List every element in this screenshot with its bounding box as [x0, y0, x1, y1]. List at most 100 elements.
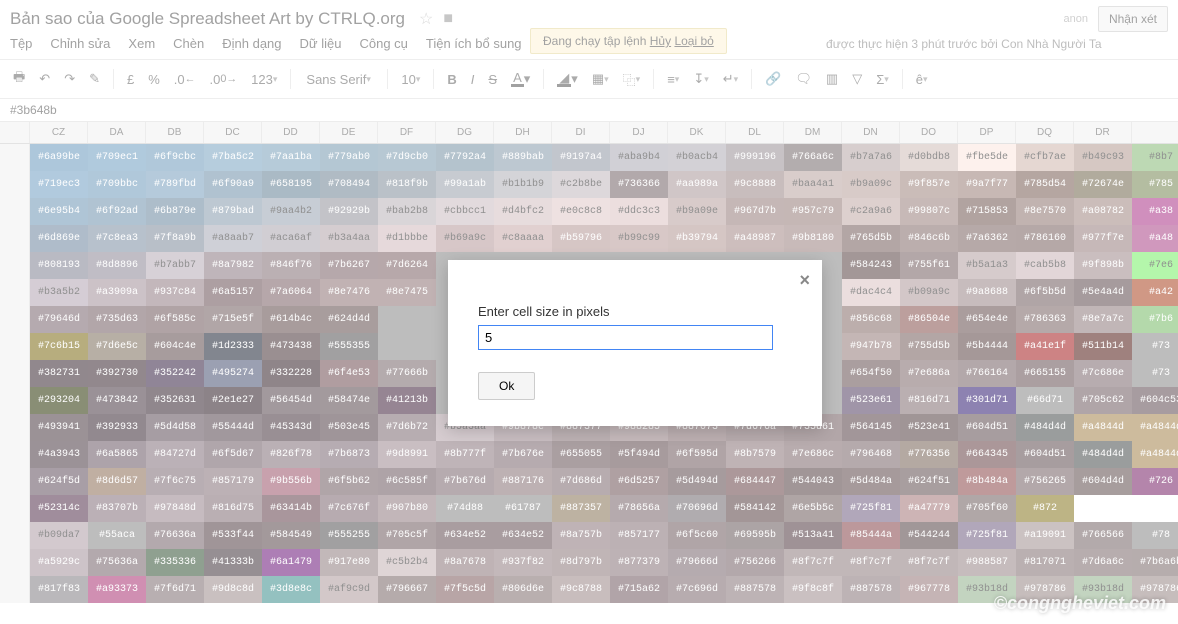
cell[interactable]: #b9a09c [842, 171, 900, 198]
cell[interactable]: #84727d [146, 441, 204, 468]
cell[interactable]: #5d4d58 [146, 414, 204, 441]
cell[interactable]: #79666d [668, 549, 726, 576]
cell[interactable]: #77666b [378, 360, 436, 387]
cell[interactable]: #9f898b [1074, 252, 1132, 279]
cell[interactable]: #d1bbbe [378, 225, 436, 252]
cell[interactable]: #cab5b8 [1016, 252, 1074, 279]
row-header[interactable] [0, 333, 30, 360]
row-header[interactable] [0, 306, 30, 333]
row-header[interactable] [0, 495, 30, 522]
row-header[interactable] [0, 171, 30, 198]
cell[interactable]: #9c8888 [726, 171, 784, 198]
cell[interactable]: #967d7b [726, 198, 784, 225]
cell[interactable]: #503e45 [320, 414, 378, 441]
row-header[interactable] [0, 387, 30, 414]
cell[interactable]: #9f857e [900, 171, 958, 198]
cell[interactable]: #b49c93 [1074, 144, 1132, 171]
cell[interactable]: #8a7678 [436, 549, 494, 576]
font-size-select[interactable]: 10 [396, 68, 425, 91]
cell[interactable]: #58474e [320, 387, 378, 414]
cell[interactable]: #715e5f [204, 306, 262, 333]
cell[interactable]: #41333b [204, 549, 262, 576]
cell[interactable]: #523e41 [900, 414, 958, 441]
cell[interactable]: #917e80 [320, 549, 378, 576]
row-header[interactable] [0, 279, 30, 306]
cell[interactable]: #6f90a9 [204, 171, 262, 198]
cell[interactable]: #aa989a [668, 171, 726, 198]
cell[interactable]: #708494 [320, 171, 378, 198]
cell[interactable]: #74d88 [436, 495, 494, 522]
cell[interactable]: #6f5d67 [204, 441, 262, 468]
cell[interactable] [378, 333, 436, 360]
cell[interactable]: #b5a1a3 [958, 252, 1016, 279]
cell[interactable]: #887357 [552, 495, 610, 522]
cell[interactable]: #9a7f77 [958, 171, 1016, 198]
cell[interactable]: #889bab [494, 144, 552, 171]
cell[interactable]: #6f5b5d [1016, 279, 1074, 306]
cancel-script-link[interactable]: Hủy [650, 34, 671, 48]
col-header[interactable]: DK [668, 122, 726, 143]
cell[interactable]: #9f8c8f [784, 576, 842, 603]
cell[interactable]: #7b6267 [320, 252, 378, 279]
cell[interactable]: #8e7a7c [1074, 306, 1132, 333]
cell[interactable]: #937c84 [146, 279, 204, 306]
cell[interactable]: #8b777f [436, 441, 494, 468]
text-color-button[interactable]: A ▾ [506, 67, 535, 91]
row-header[interactable] [0, 441, 30, 468]
cell[interactable]: #523e61 [842, 387, 900, 414]
cell[interactable]: #937f82 [494, 549, 552, 576]
cell[interactable]: #513a41 [784, 522, 842, 549]
menu-Công cụ[interactable]: Công cụ [359, 36, 407, 51]
halign-button[interactable]: ≡ [662, 68, 684, 91]
col-header[interactable] [1132, 122, 1178, 143]
col-header[interactable]: DI [552, 122, 610, 143]
cell[interactable]: #715a62 [610, 576, 668, 603]
number-format-button[interactable]: 123 [246, 68, 282, 91]
menu-Chỉnh sửa[interactable]: Chỉnh sửa [50, 36, 110, 51]
row-header[interactable] [0, 252, 30, 279]
col-header[interactable]: DC [204, 122, 262, 143]
row-header[interactable] [0, 144, 30, 171]
cell[interactable]: #2e1e27 [204, 387, 262, 414]
cell[interactable]: #8a7982 [204, 252, 262, 279]
col-header[interactable]: DH [494, 122, 552, 143]
cell[interactable]: #70696d [668, 495, 726, 522]
cell[interactable]: #73 [1132, 333, 1178, 360]
menu-Xem[interactable]: Xem [128, 36, 155, 51]
cell[interactable]: #725f81 [958, 522, 1016, 549]
cell[interactable]: #584243 [842, 252, 900, 279]
row-header[interactable] [0, 576, 30, 603]
cell[interactable]: #705c62 [1074, 387, 1132, 414]
cell[interactable]: #b59796 [552, 225, 610, 252]
cell[interactable]: #9d8c8d [204, 576, 262, 603]
cell[interactable]: #b7abb7 [146, 252, 204, 279]
cell[interactable]: #7f6c75 [146, 468, 204, 495]
cell[interactable]: #684447 [726, 468, 784, 495]
cell[interactable]: #a93373 [88, 576, 146, 603]
cell[interactable]: #473842 [88, 387, 146, 414]
cell[interactable]: #301d71 [958, 387, 1016, 414]
cell[interactable]: #8f7c7f [842, 549, 900, 576]
cell[interactable]: #857179 [204, 468, 262, 495]
undo-icon[interactable]: ↶ [34, 67, 55, 91]
cell[interactable]: #493941 [30, 414, 88, 441]
cell[interactable]: #634e52 [436, 522, 494, 549]
cell[interactable]: #a41e1f [1016, 333, 1074, 360]
cell[interactable]: #786160 [1016, 225, 1074, 252]
cell[interactable]: #719ec3 [30, 171, 88, 198]
cell[interactable] [378, 306, 436, 333]
cell[interactable]: #7d6e5c [88, 333, 146, 360]
cell[interactable]: #735d63 [88, 306, 146, 333]
cell[interactable]: #785 [1132, 171, 1178, 198]
cell[interactable]: #736366 [610, 171, 668, 198]
cell[interactable]: #a5929c [30, 549, 88, 576]
dec-decrease-button[interactable]: .0← [169, 68, 201, 91]
cell[interactable]: #766566 [1074, 522, 1132, 549]
cell[interactable]: #7c8ea3 [88, 225, 146, 252]
cell[interactable]: #511b14 [1074, 333, 1132, 360]
close-icon[interactable]: × [799, 270, 810, 291]
cell[interactable]: #8b7 [1132, 144, 1178, 171]
cell[interactable]: #8e7570 [1016, 198, 1074, 225]
cell[interactable]: #7b6 [1132, 306, 1178, 333]
cell[interactable]: #857177 [610, 522, 668, 549]
